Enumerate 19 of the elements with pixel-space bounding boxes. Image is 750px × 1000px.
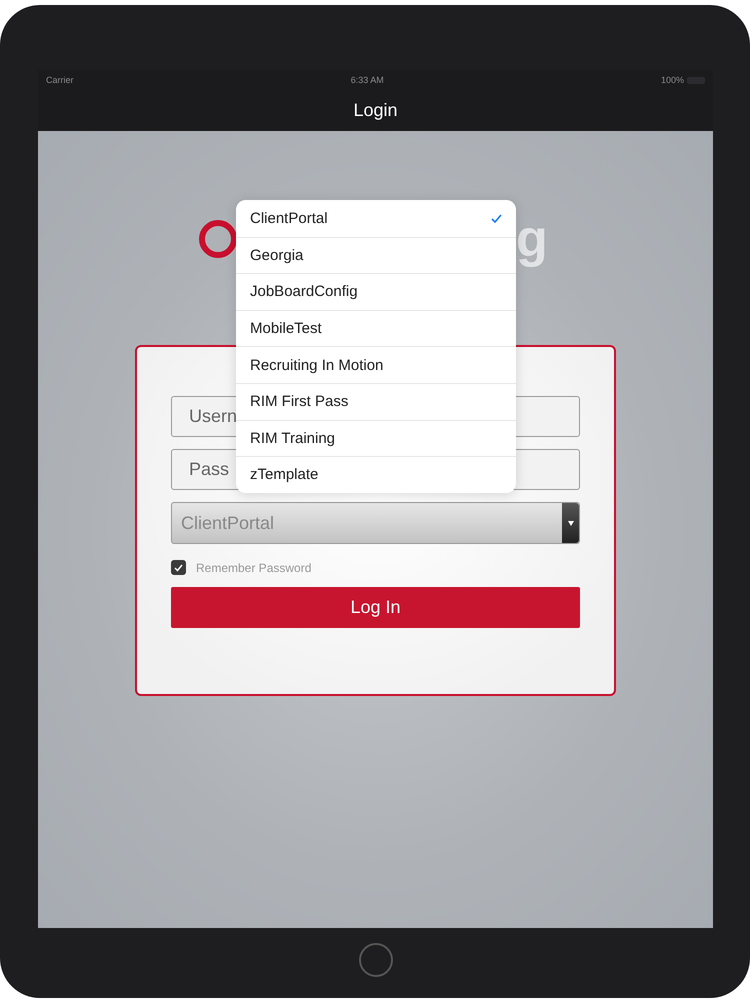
battery-percent: 100% [660, 75, 684, 85]
dropdown-option[interactable]: JobBoardConfig [236, 273, 516, 310]
login-button[interactable]: Log In [171, 587, 580, 628]
dropdown-option[interactable]: MobileTest [236, 310, 516, 346]
nav-title: Login [353, 100, 398, 121]
logo-ring-icon [198, 219, 238, 259]
clock: 6:33 AM [350, 75, 384, 85]
dropdown-option[interactable]: RIM First Pass [236, 382, 516, 420]
dropdown-option[interactable]: RIM Training [236, 420, 516, 456]
remember-checkbox[interactable] [171, 560, 186, 575]
carrier-label: Carrier [46, 75, 74, 85]
remember-label: Remember Password [196, 560, 312, 574]
checkmark-icon [174, 564, 183, 572]
caret-icon [568, 520, 574, 526]
checkmark-icon [491, 214, 502, 223]
dropdown-option[interactable]: Recruiting In Motion [236, 346, 516, 383]
dropdown-option[interactable]: Georgia [236, 236, 516, 274]
dropdown-option[interactable]: ClientPortal [236, 200, 516, 237]
dropdown-option[interactable]: zTemplate [236, 456, 516, 493]
